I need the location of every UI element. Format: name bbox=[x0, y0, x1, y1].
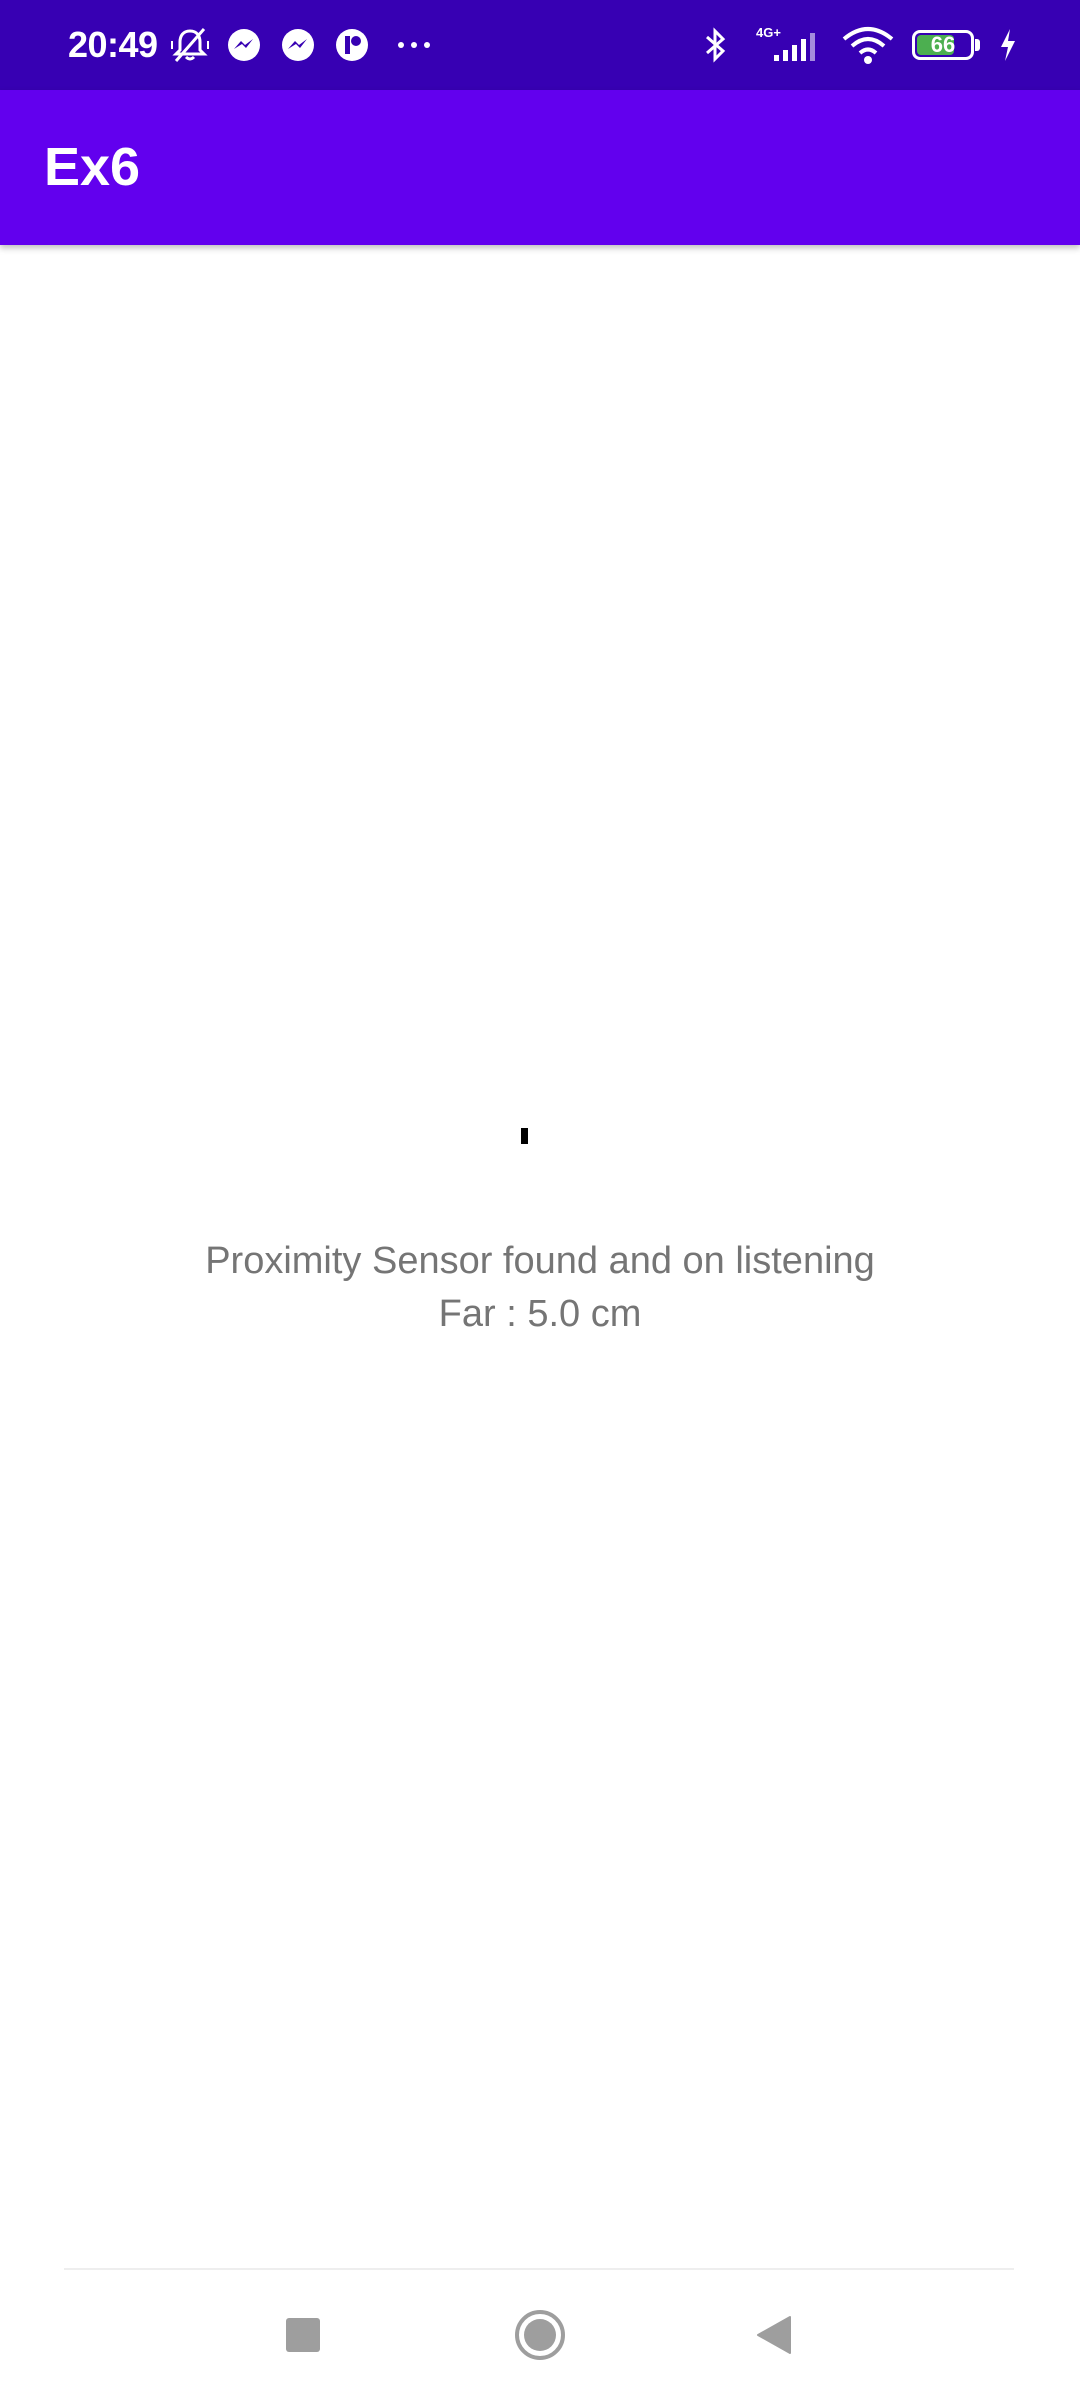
battery-icon: 66 bbox=[912, 30, 980, 60]
sensor-reading-text: Far : 5.0 cm bbox=[438, 1293, 642, 1335]
battery-body: 66 bbox=[912, 30, 974, 60]
sensor-info-block: Proximity Sensor found and on listening … bbox=[0, 1235, 1080, 1341]
more-dots-icon bbox=[384, 23, 444, 67]
status-bar: 20:49 4G+ 66 bbox=[0, 0, 1080, 90]
main-content: Proximity Sensor found and on listening … bbox=[0, 245, 1080, 2265]
sensor-status-text: Proximity Sensor found and on listening bbox=[205, 1240, 875, 1282]
bluetooth-icon bbox=[694, 23, 738, 67]
charging-icon bbox=[996, 23, 1020, 67]
messenger-icon bbox=[222, 23, 266, 67]
back-button[interactable] bbox=[714, 2270, 834, 2400]
cellular-signal-icon: 4G+ bbox=[754, 23, 824, 67]
mute-icon bbox=[168, 23, 212, 67]
home-button[interactable] bbox=[480, 2270, 600, 2400]
network-type-label: 4G+ bbox=[756, 25, 781, 40]
recents-square-icon bbox=[286, 2318, 320, 2352]
back-triangle-icon bbox=[757, 2316, 791, 2354]
app-title: Ex6 bbox=[44, 137, 141, 197]
text-cursor-mark bbox=[521, 1128, 528, 1144]
recents-button[interactable] bbox=[243, 2270, 363, 2400]
battery-tip bbox=[975, 39, 980, 51]
home-circle-icon bbox=[515, 2310, 565, 2360]
app-bar: Ex6 bbox=[0, 90, 1080, 245]
messenger-icon bbox=[276, 23, 320, 67]
status-bar-right: 4G+ 66 bbox=[694, 0, 1020, 90]
wifi-icon bbox=[840, 23, 896, 67]
status-time: 20:49 bbox=[68, 24, 158, 65]
navigation-bar bbox=[0, 2270, 1080, 2400]
battery-level: 66 bbox=[930, 32, 956, 57]
status-bar-left: 20:49 bbox=[68, 0, 444, 90]
app-notification-icon bbox=[330, 23, 374, 67]
